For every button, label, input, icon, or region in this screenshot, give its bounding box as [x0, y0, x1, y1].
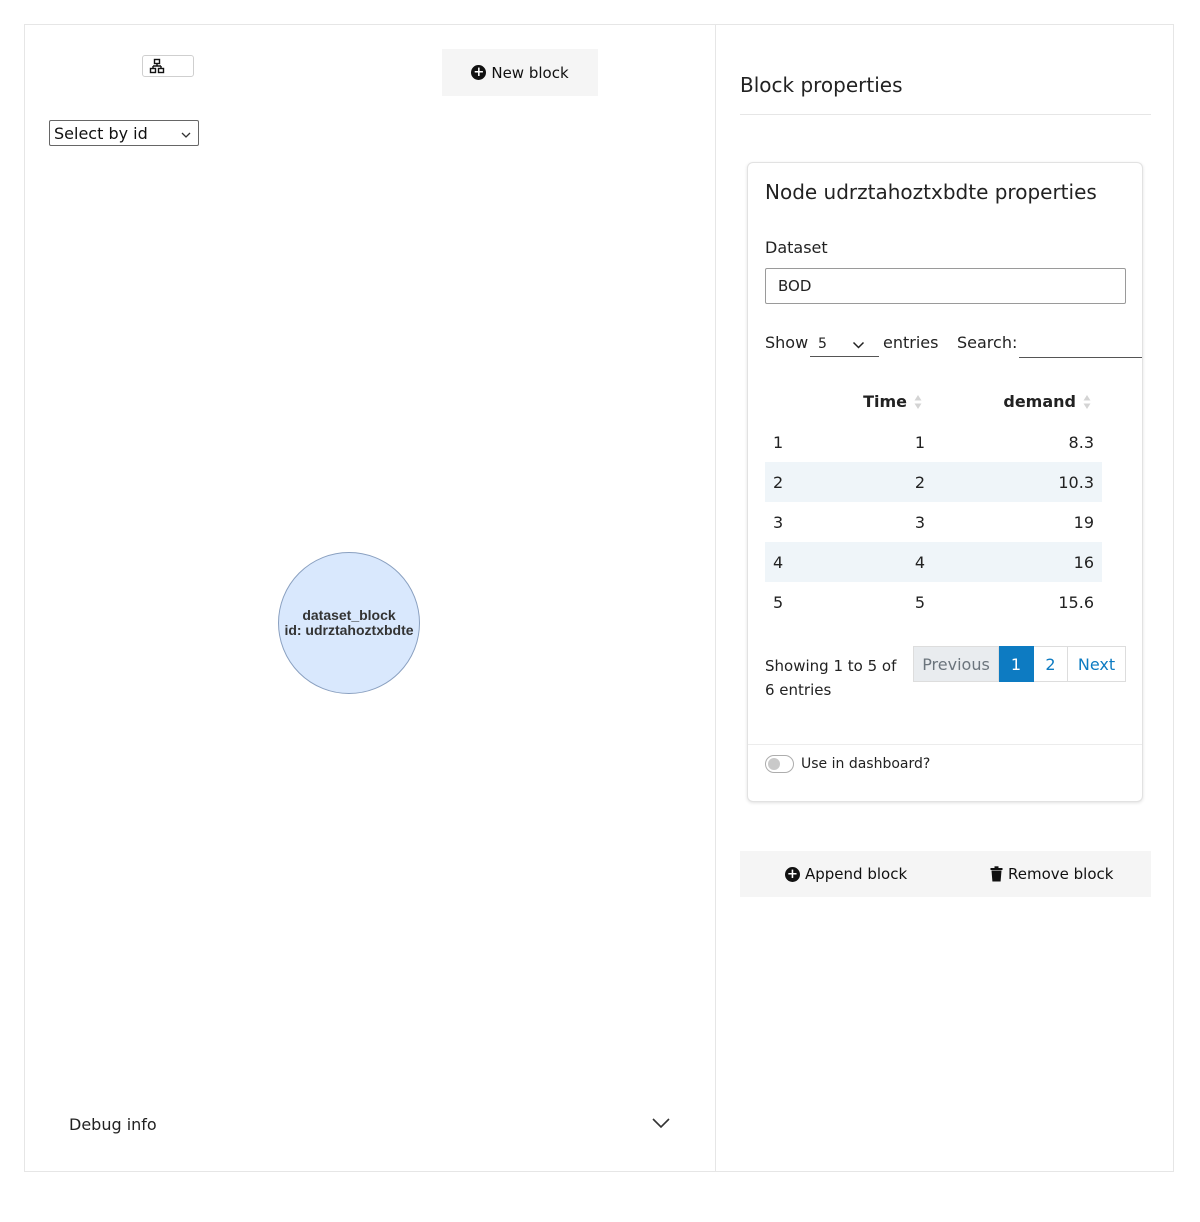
row-index: 5 [773, 593, 784, 612]
use-in-dashboard-switch[interactable] [765, 755, 794, 773]
network-layout-icon [149, 58, 165, 74]
new-block-button[interactable]: + New block [442, 49, 598, 96]
trash-icon [990, 866, 1003, 882]
block-actions-bar: + Append block Remove block [740, 851, 1151, 897]
append-block-label: Append block [805, 865, 908, 883]
chevron-down-icon [651, 1115, 671, 1134]
pagination-next-button[interactable]: Next [1068, 646, 1126, 682]
cell-demand: 8.3 [1068, 433, 1094, 452]
dataset-label: Dataset [765, 238, 828, 257]
plus-circle-icon: + [785, 866, 800, 882]
row-index: 4 [773, 553, 784, 572]
table-search-input[interactable] [1019, 332, 1142, 358]
table-row[interactable]: 2 2 10.3 [765, 462, 1102, 502]
pagination: Previous 1 2 Next [913, 646, 1126, 682]
entries-label: entries [883, 333, 939, 352]
pagination-page-2[interactable]: 2 [1034, 646, 1068, 682]
search-label: Search: [957, 333, 1018, 352]
row-index: 3 [773, 513, 784, 532]
table-row[interactable]: 1 1 8.3 [765, 422, 1102, 462]
sort-icon[interactable] [1083, 394, 1091, 410]
node-id-label: id: udrztahoztxbdte [284, 622, 414, 638]
table-header: Time demand [765, 381, 1102, 422]
cell-demand: 15.6 [1058, 593, 1094, 612]
use-in-dashboard-label: Use in dashboard? [801, 756, 931, 772]
cell-time: 1 [914, 433, 925, 452]
new-block-label: New block [491, 63, 569, 82]
switch-knob [768, 758, 780, 770]
panel-title-divider [740, 114, 1151, 115]
card-footer-divider [748, 744, 1142, 745]
select-by-id-label: Select by id [54, 123, 148, 143]
cell-time: 5 [914, 593, 925, 612]
append-block-button[interactable]: + Append block [785, 851, 907, 897]
cell-time: 4 [914, 553, 925, 572]
remove-block-button[interactable]: Remove block [990, 851, 1113, 897]
panel-title: Block properties [740, 73, 903, 97]
dataset-input[interactable] [765, 268, 1126, 304]
cell-demand: 10.3 [1058, 473, 1094, 492]
row-index: 1 [773, 433, 784, 452]
entries-value: 5 [818, 336, 827, 352]
show-label: Show [765, 333, 809, 352]
pagination-page-1[interactable]: 1 [999, 646, 1034, 682]
select-by-id-dropdown[interactable]: Select by id [49, 120, 199, 146]
entries-per-page-select[interactable]: 5 [810, 332, 879, 357]
cell-demand: 19 [1073, 513, 1094, 532]
chevron-down-icon [852, 338, 865, 354]
table-row[interactable]: 5 5 15.6 [765, 582, 1102, 622]
debug-info-accordion[interactable]: Debug info [69, 1112, 671, 1136]
sort-icon[interactable] [914, 394, 922, 410]
column-header-demand[interactable]: demand [1003, 392, 1076, 411]
table-info: Showing 1 to 5 of 6 entries [765, 657, 897, 699]
remove-block-label: Remove block [1008, 865, 1114, 883]
pagination-previous-button[interactable]: Previous [913, 646, 999, 682]
cell-demand: 16 [1073, 553, 1094, 572]
plus-circle-icon: + [471, 65, 487, 80]
column-header-time[interactable]: Time [863, 392, 907, 411]
node-title: dataset_block [302, 607, 396, 623]
graph-node-dataset-block[interactable]: dataset_block id: udrztahoztxbdte [278, 552, 420, 694]
table-row[interactable]: 4 4 16 [765, 542, 1102, 582]
chevron-down-icon [180, 126, 192, 145]
cell-time: 3 [914, 513, 925, 532]
table-row[interactable]: 3 3 19 [765, 502, 1102, 542]
card-title: Node udrztahoztxbdte properties [765, 180, 1097, 204]
layout-toggle-button[interactable] [142, 55, 194, 77]
cell-time: 2 [914, 473, 925, 492]
panel-divider [715, 24, 716, 1172]
row-index: 2 [773, 473, 784, 492]
data-table: Time demand 1 1 8.3 2 2 10.3 3 3 19 4 4 … [765, 381, 1102, 622]
debug-info-label: Debug info [69, 1114, 157, 1134]
